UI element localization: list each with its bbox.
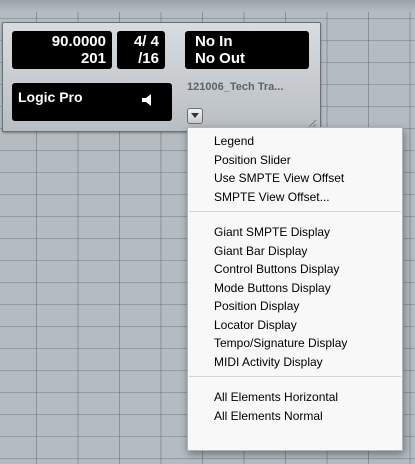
menu-item-all-elements-normal[interactable]: All Elements Normal bbox=[214, 407, 323, 425]
menu-item-smpte-view-offset[interactable]: SMPTE View Offset... bbox=[214, 188, 330, 206]
menu-separator bbox=[189, 211, 401, 212]
menu-item-midi-activity-display[interactable]: MIDI Activity Display bbox=[214, 353, 323, 371]
signature-display[interactable]: 4/ 4 /16 bbox=[117, 31, 165, 69]
division: /16 bbox=[138, 50, 159, 67]
menu-item-mode-buttons-display[interactable]: Mode Buttons Display bbox=[214, 279, 331, 297]
transport-panel: 90.0000 201 4/ 4 /16 No In No Out Logic … bbox=[2, 22, 321, 132]
transport-view-context-menu: Legend Position Slider Use SMPTE View Offs… bbox=[187, 127, 403, 451]
menu-item-giant-smpte-display[interactable]: Giant SMPTE Display bbox=[214, 223, 330, 241]
app-name: Logic Pro bbox=[18, 89, 83, 105]
midi-in: No In bbox=[195, 33, 233, 50]
menu-item-control-buttons-display[interactable]: Control Buttons Display bbox=[214, 260, 339, 278]
menu-item-giant-bar-display[interactable]: Giant Bar Display bbox=[214, 242, 307, 260]
menu-item-all-elements-horizontal[interactable]: All Elements Horizontal bbox=[214, 388, 338, 406]
position-display[interactable]: 90.0000 201 bbox=[12, 31, 112, 69]
menu-item-position-slider[interactable]: Position Slider bbox=[214, 151, 291, 169]
position-tempo: 90.0000 bbox=[51, 33, 106, 50]
chevron-down-icon bbox=[191, 113, 199, 118]
position-bar: 201 bbox=[80, 50, 106, 67]
midi-activity-display[interactable]: No In No Out bbox=[185, 31, 309, 69]
transport-view-menu-button[interactable] bbox=[187, 108, 203, 124]
midi-out: No Out bbox=[195, 50, 245, 67]
menu-item-position-display[interactable]: Position Display bbox=[214, 297, 299, 315]
menu-item-tempo-signature-display[interactable]: Tempo/Signature Display bbox=[214, 334, 347, 352]
menu-separator bbox=[189, 376, 401, 377]
menu-item-locator-display[interactable]: Locator Display bbox=[214, 316, 297, 334]
app-display: Logic Pro bbox=[12, 83, 172, 121]
menu-item-use-smpte-view-offset[interactable]: Use SMPTE View Offset bbox=[214, 169, 344, 187]
time-signature: 4/ 4 bbox=[133, 33, 159, 50]
project-name: 121006_Tech Tra... bbox=[187, 81, 284, 93]
menu-item-legend[interactable]: Legend bbox=[214, 132, 254, 150]
speaker-icon[interactable] bbox=[140, 93, 156, 107]
